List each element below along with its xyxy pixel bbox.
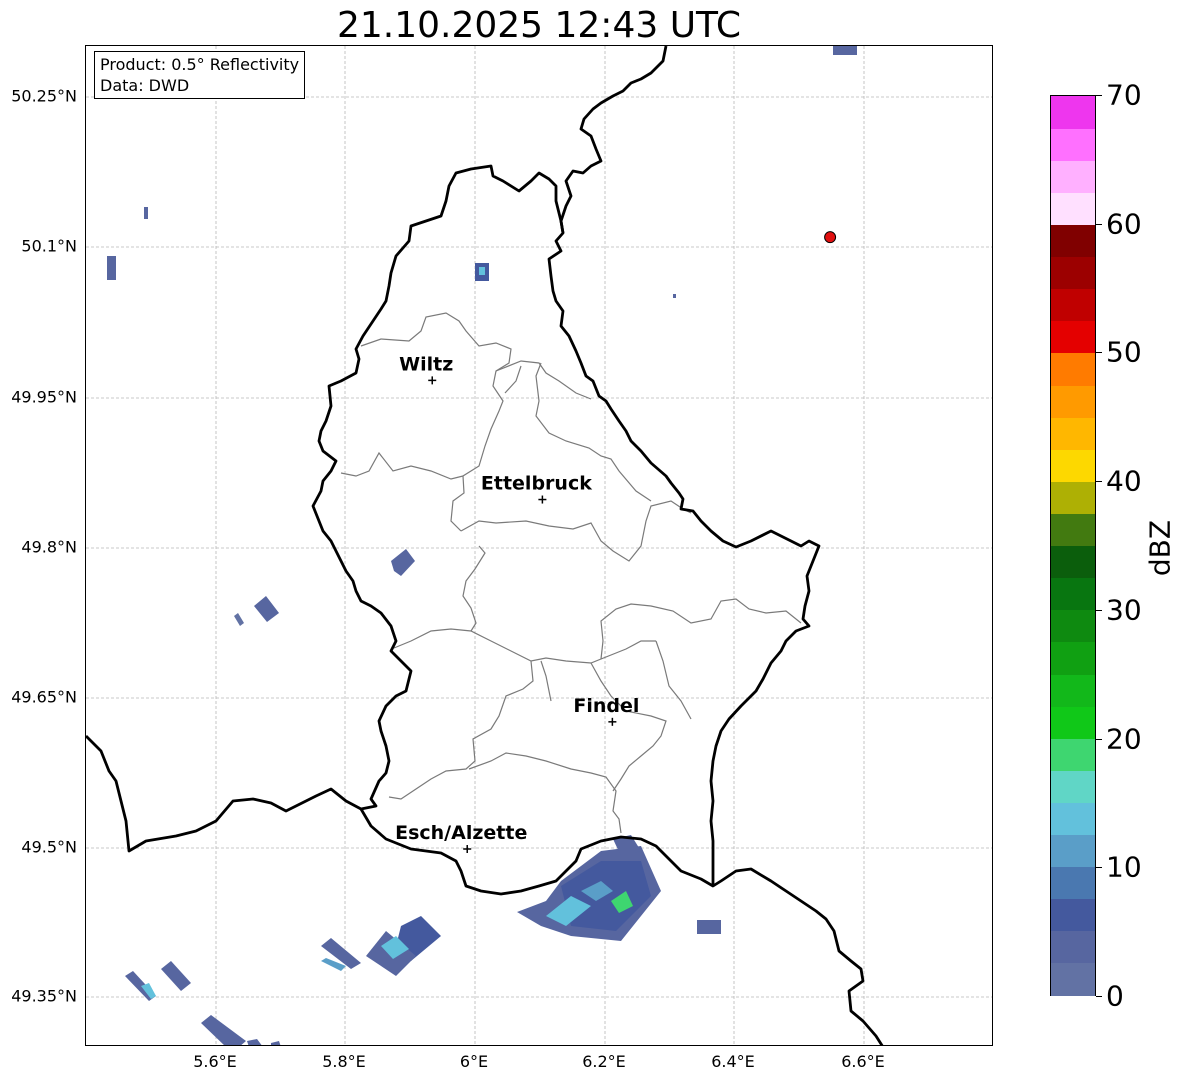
colorbar-segment [1051,481,1095,514]
lon-tick-label: 5.6°E [193,1052,237,1071]
colorbar-segment [1051,545,1095,579]
city-overlay: Wiltz Ettelbruck Findel Esch/Alzette [395,231,837,854]
colorbar-tick-label: 10 [1106,850,1142,884]
colorbar-segment [1051,673,1095,707]
data-source-label: Data: DWD [100,76,190,95]
city-label: Esch/Alzette [395,822,527,844]
colorbar-unit-label: dBZ [1143,519,1177,577]
colorbar-tick-label: 50 [1106,335,1142,369]
colorbar-tick-label: 20 [1106,722,1142,756]
colorbar-segment [1051,384,1095,418]
city-marker: Findel [573,695,639,726]
product-label: Product: 0.5° Reflectivity [100,55,300,74]
city-marker: Ettelbruck [481,473,592,504]
colorbar-segment [1051,160,1095,193]
colorbar-segment [1051,609,1095,643]
colorbar-segment [1051,352,1095,386]
colorbar-tick [1096,352,1102,354]
colorbar-segment [1051,866,1095,900]
colorbar-segment [1051,288,1095,322]
colorbar-segment [1051,256,1095,290]
colorbar-segment [1051,834,1095,868]
lat-tick-label: 50.25°N [11,86,77,106]
city-marker: Wiltz [399,353,453,385]
colorbar-segment [1051,738,1095,771]
colorbar-segment [1051,417,1095,450]
colorbar-segment [1051,513,1095,547]
colorbar-tick [1096,996,1102,997]
colorbar-segment [1051,449,1095,482]
colorbar-segment [1051,802,1095,836]
lon-tick-label: 6°E [459,1052,489,1071]
lon-tick-label: 5.8°E [322,1052,366,1071]
colorbar-tick-label: 30 [1106,593,1142,627]
product-info-box: Product: 0.5° Reflectivity Data: DWD [94,51,306,99]
lon-tick-label: 6.4°E [711,1052,755,1071]
colorbar-tick [1096,481,1102,483]
colorbar-segment [1051,192,1095,226]
colorbar-segment [1051,224,1095,258]
colorbar-segment [1051,320,1095,354]
colorbar-tick-label: 40 [1106,464,1142,498]
city-label: Ettelbruck [481,473,592,495]
colorbar-tick-label: 0 [1106,979,1124,1013]
colorbar-tick-label: 70 [1106,78,1142,112]
city-marker: Esch/Alzette [395,822,527,854]
lat-tick-label: 49.8°N [21,537,77,557]
lat-tick-label: 49.65°N [11,687,77,707]
colorbar-segment [1051,96,1095,129]
colorbar-segment [1051,770,1095,803]
colorbar-tick [1096,738,1102,740]
city-label: Findel [573,695,639,717]
colorbar-tick [1096,223,1102,225]
colorbar-tick [1096,867,1102,869]
colorbar-segment [1051,577,1095,611]
colorbar-tick [1096,95,1102,96]
lon-tick-label: 6.2°E [582,1052,626,1071]
lon-tick-label: 6.6°E [841,1052,885,1071]
colorbar-tick [1096,609,1102,611]
colorbar-segment [1051,898,1095,932]
colorbar-segment [1051,128,1095,161]
colorbar-segment [1051,930,1095,964]
colorbar-segment [1051,706,1095,739]
lat-tick-label: 49.35°N [11,986,77,1006]
radar-site-marker [824,231,837,244]
city-label: Wiltz [399,353,453,375]
radar-map[interactable]: Wiltz Ettelbruck Findel Esch/Alzette [85,45,993,1046]
lat-tick-label: 49.5°N [21,837,77,857]
colorbar-segment [1051,641,1095,675]
map-title: 21.10.2025 12:43 UTC [336,5,742,46]
lat-tick-label: 49.95°N [11,387,77,407]
colorbar-tick-label: 60 [1106,207,1142,241]
colorbar [1050,95,1096,996]
colorbar-segment [1051,962,1095,996]
lat-tick-label: 50.1°N [21,236,77,256]
